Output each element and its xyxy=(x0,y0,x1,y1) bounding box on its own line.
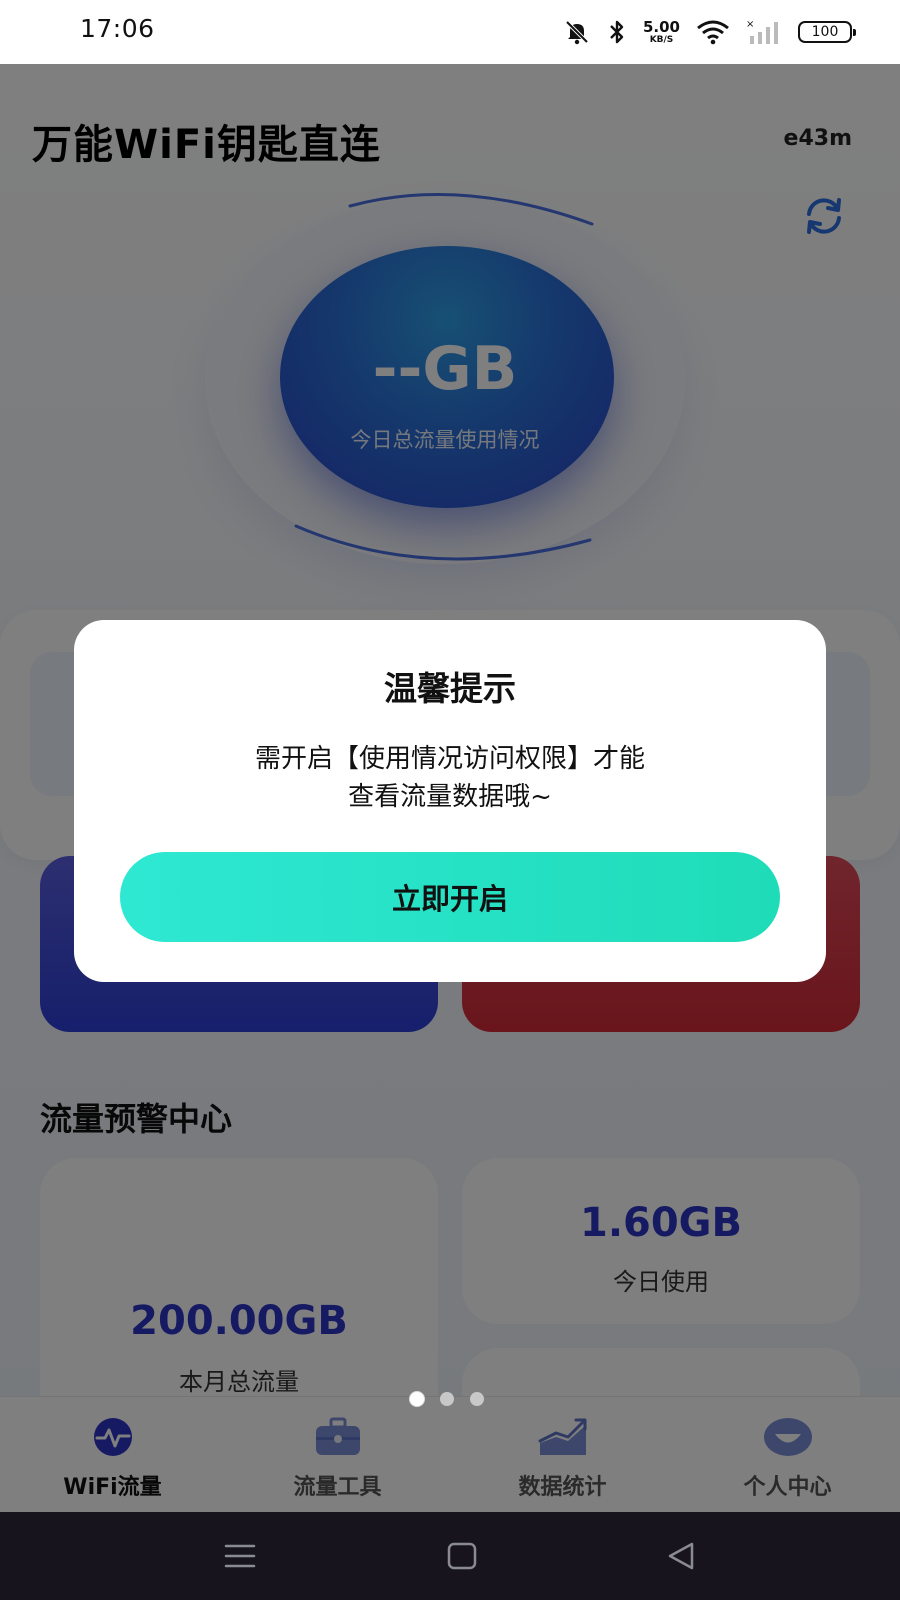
status-time: 17:06 xyxy=(80,14,155,43)
battery-icon: 100 xyxy=(798,21,856,43)
bluetooth-icon xyxy=(610,20,624,44)
svg-text:×: × xyxy=(746,19,754,30)
page-dot xyxy=(470,1392,484,1406)
back-icon[interactable] xyxy=(662,1536,702,1576)
bell-muted-icon xyxy=(565,20,589,45)
page-dot xyxy=(440,1392,454,1406)
dialog-title: 温馨提示 xyxy=(384,669,516,708)
dialog-message: 需开启【使用情况访问权限】才能 查看流量数据哦~ xyxy=(114,740,786,816)
page-dot-active xyxy=(410,1392,424,1406)
dialog-message-line2: 查看流量数据哦~ xyxy=(348,782,552,812)
enable-now-button[interactable]: 立即开启 xyxy=(120,852,780,942)
home-icon[interactable] xyxy=(442,1536,482,1576)
dialog-message-line1: 需开启【使用情况访问权限】才能 xyxy=(254,744,645,774)
status-bar: 17:06 5.00 KB/S × 100 xyxy=(0,0,900,64)
status-icons: 5.00 KB/S × 100 xyxy=(563,16,856,48)
net-speed-unit: KB/S xyxy=(649,34,674,45)
net-speed-value: 5.00 xyxy=(642,17,680,36)
menu-icon[interactable] xyxy=(220,1536,260,1576)
page-indicator xyxy=(410,1392,484,1406)
permission-dialog: 温馨提示 需开启【使用情况访问权限】才能 查看流量数据哦~ 立即开启 xyxy=(74,620,826,982)
net-speed: 5.00 KB/S xyxy=(642,17,680,45)
signal-icon: × xyxy=(746,19,778,44)
wifi-icon xyxy=(697,20,729,45)
system-nav-bar xyxy=(0,1512,900,1600)
